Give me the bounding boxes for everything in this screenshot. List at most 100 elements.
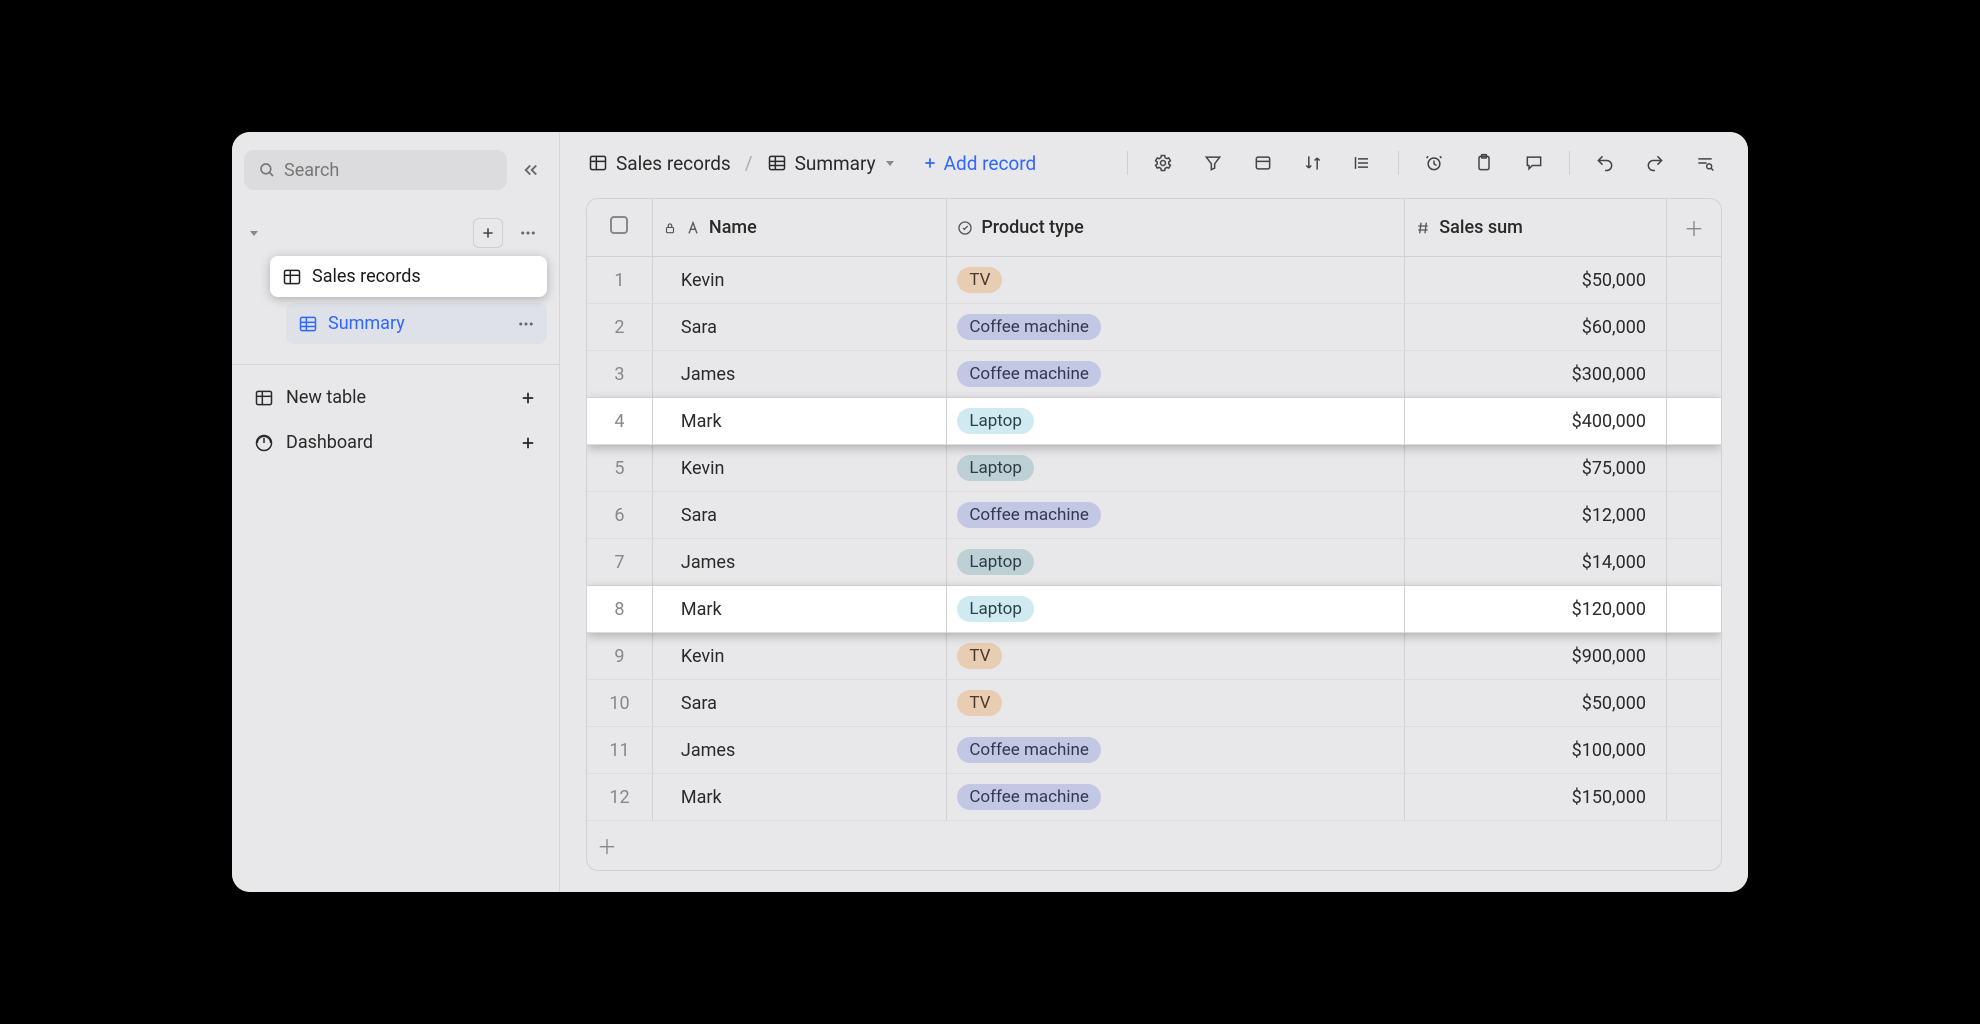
cell-name[interactable]: Sara xyxy=(652,680,946,727)
table-row[interactable]: 1KevinTV$50,000 xyxy=(587,257,1721,304)
cell-name[interactable]: Kevin xyxy=(652,257,946,304)
cell-sum[interactable]: $50,000 xyxy=(1405,680,1667,727)
cell-product[interactable]: Coffee machine xyxy=(947,304,1405,351)
cell-product[interactable]: TV xyxy=(947,680,1405,727)
row-number: 12 xyxy=(587,774,652,821)
cell-sum[interactable]: $75,000 xyxy=(1405,445,1667,492)
table-icon xyxy=(282,267,302,287)
product-tag: TV xyxy=(957,267,1002,293)
cell-product[interactable]: Coffee machine xyxy=(947,351,1405,398)
filter-icon[interactable] xyxy=(1198,148,1228,178)
dashboard-label: Dashboard xyxy=(286,432,373,453)
sidebar-table-sales-records[interactable]: Sales records xyxy=(270,256,547,297)
view-more-button[interactable] xyxy=(517,315,535,333)
breadcrumb-table[interactable]: Sales records xyxy=(588,152,731,175)
sidebar-view-summary[interactable]: Summary xyxy=(286,303,547,344)
cell-product[interactable]: Laptop xyxy=(947,539,1405,586)
table-row[interactable]: 5KevinLaptop$75,000 xyxy=(587,445,1721,492)
add-record-button[interactable]: Add record xyxy=(922,152,1037,175)
cell-sum[interactable]: $12,000 xyxy=(1405,492,1667,539)
product-tag: Coffee machine xyxy=(957,502,1101,528)
cell-trailing xyxy=(1666,445,1721,492)
search-input[interactable]: Search xyxy=(244,150,507,190)
cell-product[interactable]: TV xyxy=(947,633,1405,680)
row-height-icon[interactable] xyxy=(1348,148,1378,178)
cell-product[interactable]: Laptop xyxy=(947,445,1405,492)
cell-name[interactable]: James xyxy=(652,351,946,398)
cell-name[interactable]: James xyxy=(652,539,946,586)
reminder-icon[interactable] xyxy=(1419,148,1449,178)
cell-product[interactable]: Laptop xyxy=(947,398,1405,445)
add-table-button[interactable] xyxy=(473,218,503,248)
cell-sum[interactable]: $900,000 xyxy=(1405,633,1667,680)
comment-icon[interactable] xyxy=(1519,148,1549,178)
column-header-sales-sum[interactable]: Sales sum xyxy=(1405,199,1667,257)
table-more-button[interactable] xyxy=(513,218,543,248)
column-name-label: Name xyxy=(709,217,757,238)
row-number: 4 xyxy=(587,398,652,445)
cell-name[interactable]: Mark xyxy=(652,586,946,633)
cell-sum[interactable]: $120,000 xyxy=(1405,586,1667,633)
cell-name[interactable]: Sara xyxy=(652,304,946,351)
row-number: 11 xyxy=(587,727,652,774)
cell-sum[interactable]: $60,000 xyxy=(1405,304,1667,351)
cell-name[interactable]: Kevin xyxy=(652,445,946,492)
sort-icon[interactable] xyxy=(1298,148,1328,178)
text-field-icon xyxy=(685,220,701,236)
table-row[interactable]: 6SaraCoffee machine$12,000 xyxy=(587,492,1721,539)
checkbox-icon[interactable] xyxy=(610,216,628,234)
table-row[interactable]: 12Mark Coffee machine $150,000 xyxy=(587,774,1721,821)
cell-sum[interactable]: $400,000 xyxy=(1405,398,1667,445)
fields-icon[interactable] xyxy=(1248,148,1278,178)
row-number: 5 xyxy=(587,445,652,492)
product-tag: TV xyxy=(957,643,1002,669)
plus-icon xyxy=(519,389,537,407)
row-number: 10 xyxy=(587,680,652,727)
table-row[interactable]: 4MarkLaptop$400,000 xyxy=(587,398,1721,445)
table-row[interactable]: 10SaraTV$50,000 xyxy=(587,680,1721,727)
cell-name[interactable]: Kevin xyxy=(652,633,946,680)
table-row[interactable]: 8MarkLaptop$120,000 xyxy=(587,586,1721,633)
column-header-name[interactable]: Name xyxy=(652,199,946,257)
add-column-button[interactable]: ＋ xyxy=(1666,199,1721,257)
column-header-product-type[interactable]: Product type xyxy=(947,199,1405,257)
search-icon xyxy=(258,161,276,179)
clipboard-icon[interactable] xyxy=(1469,148,1499,178)
collapse-sidebar-button[interactable] xyxy=(515,154,547,186)
redo-icon[interactable] xyxy=(1640,148,1670,178)
table-row[interactable]: 3JamesCoffee machine$300,000 xyxy=(587,351,1721,398)
cell-sum[interactable]: $14,000 xyxy=(1405,539,1667,586)
app-frame: Search Sales records xyxy=(232,132,1748,892)
cell-sum[interactable]: $150,000 xyxy=(1405,774,1667,821)
cell-product[interactable]: Coffee machine xyxy=(947,774,1405,821)
cell-product[interactable]: Coffee machine xyxy=(947,492,1405,539)
sidebar-new-table[interactable]: New table xyxy=(244,375,547,420)
cell-product[interactable]: TV xyxy=(947,257,1405,304)
add-row-button[interactable]: ＋ xyxy=(587,821,1721,871)
table-row[interactable]: 2SaraCoffee machine$60,000 xyxy=(587,304,1721,351)
breadcrumb-view[interactable]: Summary xyxy=(767,152,896,175)
find-icon[interactable] xyxy=(1690,148,1720,178)
cell-sum[interactable]: $300,000 xyxy=(1405,351,1667,398)
cell-name[interactable]: Sara xyxy=(652,492,946,539)
cell-sum[interactable]: $50,000 xyxy=(1405,257,1667,304)
product-tag: Coffee machine xyxy=(957,784,1101,810)
cell-trailing xyxy=(1666,586,1721,633)
cell-name[interactable]: James xyxy=(652,727,946,774)
caret-down-icon[interactable] xyxy=(248,227,268,239)
undo-icon[interactable] xyxy=(1590,148,1620,178)
sidebar-dashboard[interactable]: Dashboard xyxy=(244,420,547,465)
settings-icon[interactable] xyxy=(1148,148,1178,178)
cell-name[interactable]: Mark xyxy=(652,774,946,821)
cell-trailing xyxy=(1666,351,1721,398)
table-row[interactable]: 7JamesLaptop$14,000 xyxy=(587,539,1721,586)
sidebar-view-label: Summary xyxy=(328,313,405,334)
table-row[interactable]: 9KevinTV$900,000 xyxy=(587,633,1721,680)
cell-product[interactable]: Coffee machine xyxy=(947,727,1405,774)
cell-trailing xyxy=(1666,257,1721,304)
cell-product[interactable]: Laptop xyxy=(947,586,1405,633)
column-header-checkbox[interactable] xyxy=(587,199,652,257)
cell-name[interactable]: Mark xyxy=(652,398,946,445)
cell-sum[interactable]: $100,000 xyxy=(1405,727,1667,774)
table-row[interactable]: 11JamesCoffee machine$100,000 xyxy=(587,727,1721,774)
